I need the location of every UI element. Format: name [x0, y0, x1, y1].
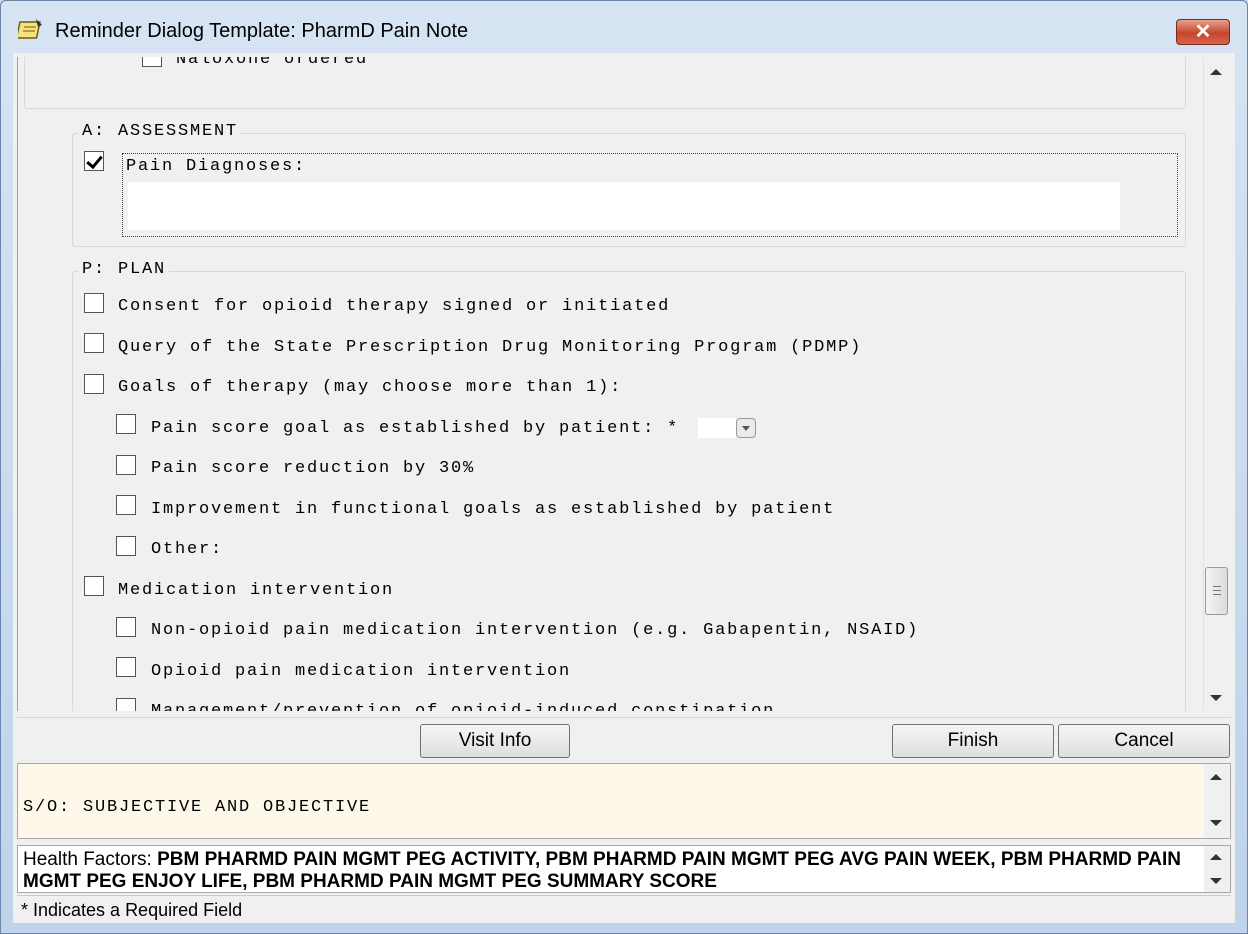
- cancel-button[interactable]: Cancel: [1058, 724, 1230, 758]
- pain-score-goal-checkbox[interactable]: [116, 414, 136, 434]
- pain-reduction-label: Pain score reduction by 30%: [151, 459, 476, 478]
- naloxone-checkbox[interactable]: [142, 57, 162, 67]
- scroll-down-arrow-icon[interactable]: [1210, 820, 1222, 826]
- other-goal-checkbox[interactable]: [116, 536, 136, 556]
- pain-score-goal-combo[interactable]: [698, 418, 736, 438]
- button-bar: Visit Info Finish Cancel: [17, 717, 1231, 761]
- note-preview-box[interactable]: S/O: SUBJECTIVE AND OBJECTIVE: [17, 763, 1231, 839]
- scroll-up-arrow-icon[interactable]: [1210, 774, 1222, 780]
- title-bar[interactable]: Reminder Dialog Template: PharmD Pain No…: [1, 1, 1247, 53]
- non-opioid-label: Non-opioid pain medication intervention …: [151, 621, 920, 640]
- finish-button[interactable]: Finish: [892, 724, 1054, 758]
- scroll-down-arrow-icon[interactable]: [1210, 695, 1222, 701]
- pain-score-goal-label: Pain score goal as established by patien…: [151, 419, 680, 438]
- consent-label: Consent for opioid therapy signed or ini…: [118, 297, 671, 316]
- constipation-label: Management/prevention of opioid-induced …: [151, 702, 775, 711]
- pdmp-query-label: Query of the State Prescription Drug Mon…: [118, 338, 863, 357]
- pain-diagnoses-label: Pain Diagnoses:: [126, 157, 307, 176]
- health-factors-scrollbar[interactable]: [1204, 846, 1230, 892]
- functional-goals-label: Improvement in functional goals as estab…: [151, 500, 836, 519]
- functional-goals-checkbox[interactable]: [116, 495, 136, 515]
- health-factors-value: PBM PHARMD PAIN MGMT PEG ACTIVITY, PBM P…: [23, 849, 1182, 892]
- status-bar: * Indicates a Required Field: [17, 895, 1231, 921]
- dialog-client-area: Naloxone ordered A: ASSESSMENT Pain Diag…: [13, 53, 1235, 923]
- note-preview-text: S/O: SUBJECTIVE AND OBJECTIVE: [23, 798, 372, 817]
- notepad-icon: [18, 19, 42, 39]
- constipation-checkbox[interactable]: [116, 698, 136, 711]
- vertical-scrollbar[interactable]: [1203, 57, 1229, 711]
- naloxone-label: Naloxone ordered: [176, 57, 369, 69]
- goals-of-therapy-checkbox[interactable]: [84, 374, 104, 394]
- assessment-heading: A: ASSESSMENT: [79, 122, 242, 141]
- medication-intervention-checkbox[interactable]: [84, 576, 104, 596]
- consent-checkbox[interactable]: [84, 293, 104, 313]
- reminder-dialog-window: Reminder Dialog Template: PharmD Pain No…: [0, 0, 1248, 934]
- preview-scrollbar[interactable]: [1204, 764, 1230, 838]
- health-factors-box[interactable]: Health Factors: PBM PHARMD PAIN MGMT PEG…: [17, 845, 1231, 893]
- pain-diagnoses-box: Pain Diagnoses:: [122, 153, 1178, 237]
- visit-info-button[interactable]: Visit Info: [420, 724, 570, 758]
- pdmp-query-checkbox[interactable]: [84, 333, 104, 353]
- required-field-note: * Indicates a Required Field: [21, 900, 243, 920]
- close-button[interactable]: ✕: [1176, 19, 1230, 45]
- reminder-scroll-area[interactable]: Naloxone ordered A: ASSESSMENT Pain Diag…: [17, 57, 1205, 711]
- opioid-intervention-label: Opioid pain medication intervention: [151, 662, 572, 681]
- scroll-up-arrow-icon[interactable]: [1210, 854, 1222, 860]
- close-icon: ✕: [1194, 21, 1212, 43]
- opioid-intervention-checkbox[interactable]: [116, 657, 136, 677]
- non-opioid-checkbox[interactable]: [116, 617, 136, 637]
- health-factors-text: Health Factors: PBM PHARMD PAIN MGMT PEG…: [23, 849, 1193, 893]
- scroll-down-arrow-icon[interactable]: [1210, 878, 1222, 884]
- other-goal-label: Other:: [151, 540, 224, 559]
- plan-heading: P: PLAN: [79, 260, 170, 279]
- scrollbar-thumb[interactable]: [1205, 567, 1228, 615]
- pain-diagnoses-input[interactable]: [128, 182, 1120, 230]
- window-title: Reminder Dialog Template: PharmD Pain No…: [55, 20, 469, 42]
- medication-intervention-label: Medication intervention: [118, 581, 395, 600]
- scroll-up-arrow-icon[interactable]: [1210, 69, 1222, 75]
- pain-reduction-checkbox[interactable]: [116, 455, 136, 475]
- plan-group: P: PLAN: [72, 260, 1186, 711]
- goals-of-therapy-label: Goals of therapy (may choose more than 1…: [118, 378, 623, 397]
- health-factors-label: Health Factors:: [23, 849, 158, 870]
- dropdown-arrow-icon[interactable]: [736, 418, 756, 438]
- pain-diagnoses-checkbox[interactable]: [84, 151, 104, 171]
